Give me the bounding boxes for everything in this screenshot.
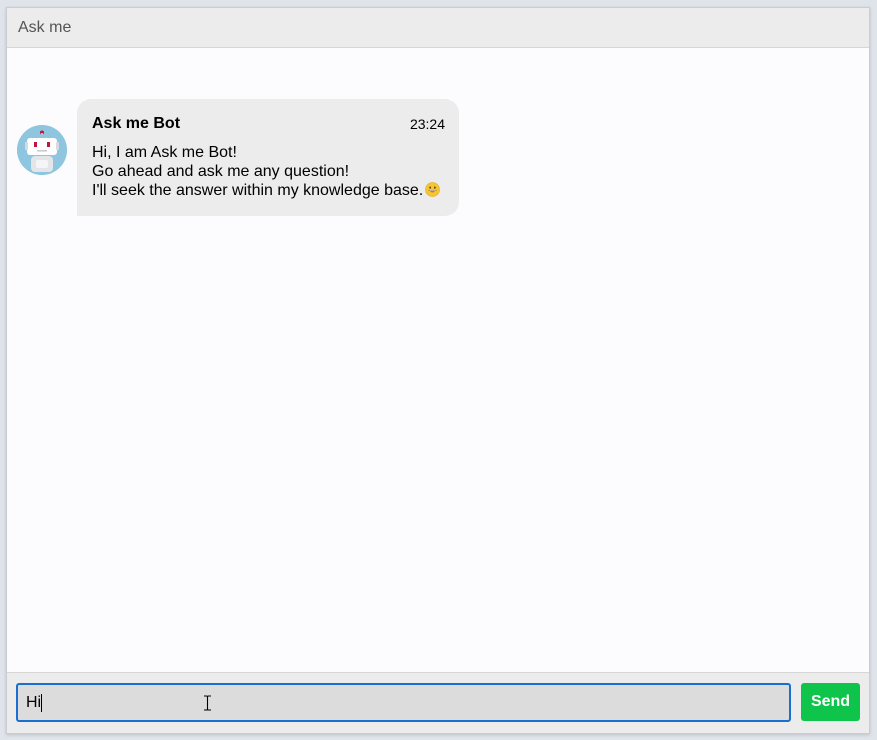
message-line: Hi, I am Ask me Bot! xyxy=(92,144,237,161)
chat-window: Ask me Ask me Bot 23:24 Hi, I am Ask me … xyxy=(6,7,870,734)
message-body: Hi, I am Ask me Bot! Go ahead and ask me… xyxy=(92,143,441,200)
bot-avatar xyxy=(17,125,67,175)
message-sender: Ask me Bot xyxy=(92,115,181,132)
message-input[interactable] xyxy=(16,683,791,722)
bot-message-bubble: Ask me Bot 23:24 Hi, I am Ask me Bot! Go… xyxy=(77,99,459,216)
message-line: Go ahead and ask me any question! xyxy=(92,163,350,180)
send-button[interactable]: Send xyxy=(801,683,860,721)
message-timestamp: 23:24 xyxy=(409,116,445,132)
message-line: I'll seek the answer within my knowledge… xyxy=(92,182,424,199)
composer-bar: Send xyxy=(7,672,869,733)
chat-header: Ask me xyxy=(7,8,869,48)
chat-title: Ask me xyxy=(18,19,72,36)
message-list[interactable]: Ask me Bot 23:24 Hi, I am Ask me Bot! Go… xyxy=(7,48,869,673)
message-line-with-emoji: I'll seek the answer within my knowledge… xyxy=(92,181,441,200)
text-caret xyxy=(41,694,42,712)
grinning-face-emoji-icon xyxy=(425,182,441,197)
robot-icon xyxy=(17,125,67,175)
text-cursor-icon xyxy=(204,695,211,711)
